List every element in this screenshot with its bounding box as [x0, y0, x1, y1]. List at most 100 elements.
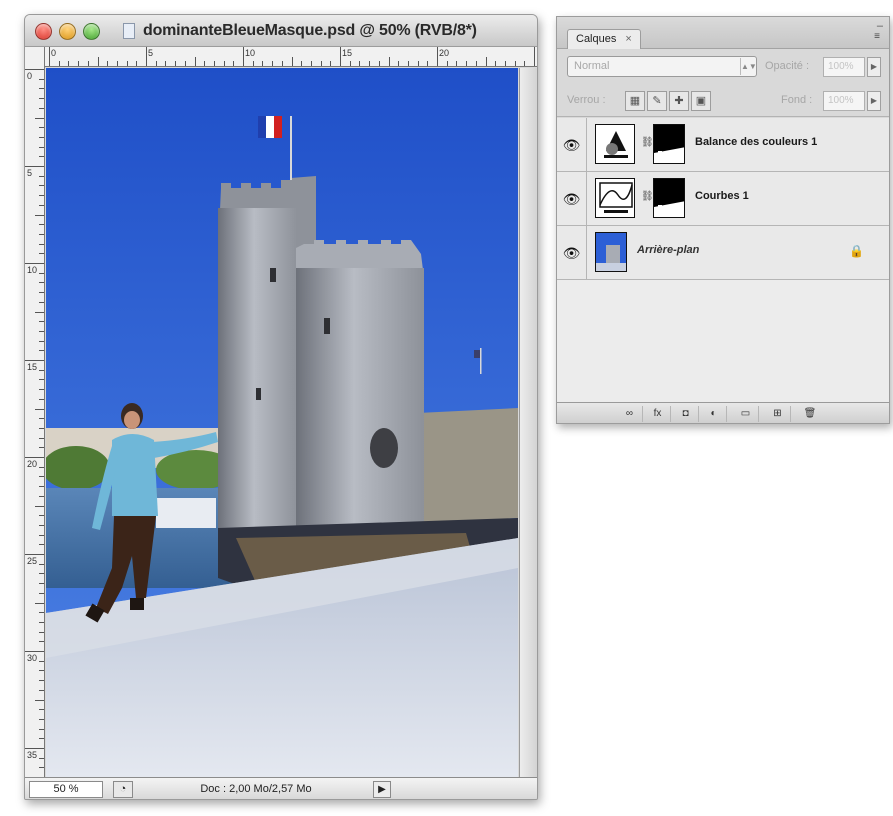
ruler-tick: [213, 61, 215, 66]
new-layer-icon[interactable]: ⊞: [765, 406, 791, 422]
layer-name[interactable]: Balance des couleurs 1: [695, 136, 817, 148]
panel-header[interactable]: Calques × – ≡: [557, 17, 889, 49]
ruler-tick: [495, 61, 497, 66]
ruler-label: 30: [27, 653, 38, 663]
zoom-field[interactable]: 50 %: [29, 781, 103, 798]
ruler-tick: [25, 69, 44, 70]
ruler-tick: [39, 136, 44, 138]
ruler-label: 20: [27, 459, 38, 469]
ruler-tick: [39, 689, 44, 691]
ruler-tick: [262, 61, 264, 66]
panel-menu-icon[interactable]: ≡: [870, 31, 884, 45]
ruler-label: 0: [51, 48, 57, 58]
ruler-tick: [39, 573, 44, 575]
fx-icon[interactable]: fx: [645, 406, 671, 422]
ruler-tick: [35, 214, 44, 216]
ruler-tick: [25, 748, 44, 749]
ruler-tick: [39, 612, 44, 614]
document-window: dominanteBleueMasque.psd @ 50% (RVB/8*) …: [24, 14, 538, 800]
layer-mask-thumbnail[interactable]: [653, 178, 685, 218]
lock-transparency-icon[interactable]: ▦: [625, 91, 645, 111]
image-canvas[interactable]: [46, 68, 518, 777]
color-balance-thumbnail-icon: [595, 124, 635, 164]
tower-right: [296, 268, 424, 528]
layer-name[interactable]: Courbes 1: [695, 190, 749, 202]
title-bar[interactable]: dominanteBleueMasque.psd @ 50% (RVB/8*): [25, 15, 537, 47]
ruler-tick: [25, 457, 44, 458]
layer-row-color-balance[interactable]: 👁 ⛓ Balance des couleurs 1: [557, 118, 889, 172]
status-menu-arrow-icon[interactable]: ▶: [373, 781, 391, 798]
layer-row-curves[interactable]: 👁 ⛓ Courbes 1: [557, 172, 889, 226]
fill-arrow-icon[interactable]: ▶: [867, 91, 881, 111]
ruler-tick: [39, 466, 44, 468]
vertical-scrollbar[interactable]: [519, 68, 537, 777]
add-mask-icon[interactable]: ◘: [673, 406, 699, 422]
ruler-tick: [301, 61, 303, 66]
tab-layers[interactable]: Calques ×: [567, 29, 641, 49]
zoom-button[interactable]: [83, 23, 100, 40]
layer-row-background[interactable]: 👁 Arrière-plan 🔒: [557, 226, 889, 280]
ruler-tick: [25, 166, 44, 167]
ruler-tick: [369, 61, 371, 66]
blend-mode-select[interactable]: Normal ▲▼: [567, 56, 757, 77]
ruler-tick: [39, 369, 44, 371]
ruler-tick: [281, 61, 283, 66]
link-layers-icon[interactable]: ∞: [617, 406, 643, 422]
visibility-eye-icon[interactable]: 👁: [557, 172, 587, 226]
ruler-tick: [39, 253, 44, 255]
ruler-tick: [39, 641, 44, 643]
ruler-tick: [25, 360, 44, 361]
ruler-tick: [349, 61, 351, 66]
ruler-tick: [39, 427, 44, 429]
ruler-tick: [39, 340, 44, 342]
ruler-tick: [39, 389, 44, 391]
lock-all-icon[interactable]: ▣: [691, 91, 711, 111]
new-group-icon[interactable]: ▭: [733, 406, 759, 422]
ruler-tick: [184, 61, 186, 66]
ruler-tick: [378, 61, 380, 66]
ruler-tick: [524, 61, 526, 66]
adjustment-layer-icon[interactable]: ◐: [701, 406, 727, 422]
layer-name[interactable]: Arrière-plan: [637, 244, 699, 256]
flag: [258, 116, 266, 138]
tab-close-icon[interactable]: ×: [625, 33, 631, 45]
panel-footer: ∞ fx ◘ ◐ ▭ ⊞ 🗑: [557, 402, 889, 423]
visibility-eye-icon[interactable]: 👁: [557, 118, 587, 172]
opacity-arrow-icon[interactable]: ▶: [867, 57, 881, 77]
curves-thumbnail-icon: [595, 178, 635, 218]
mask-link-icon[interactable]: ⛓: [641, 137, 654, 151]
ruler-tick: [359, 61, 361, 66]
ruler-tick: [39, 495, 44, 497]
ruler-tick: [39, 709, 44, 711]
ruler-tick: [39, 544, 44, 546]
ruler-tick: [68, 61, 70, 66]
minimize-button[interactable]: [59, 23, 76, 40]
lock-position-icon[interactable]: ✚: [669, 91, 689, 111]
ruler-tick: [243, 47, 244, 66]
ruler-tick: [427, 61, 429, 66]
ruler-tick: [39, 282, 44, 284]
close-button[interactable]: [35, 23, 52, 40]
fill-field[interactable]: 100%: [823, 91, 865, 111]
window-controls: [35, 23, 100, 40]
horizontal-ruler[interactable]: 0 5 10 15 20: [45, 47, 537, 67]
ruler-tick: [97, 57, 99, 66]
visibility-eye-icon[interactable]: 👁: [557, 226, 587, 280]
ruler-tick: [388, 57, 390, 66]
vertical-ruler[interactable]: 0 5 10 15 20 25 30 35: [25, 47, 45, 777]
mask-link-icon[interactable]: ⛓: [641, 191, 654, 205]
ruler-tick: [175, 61, 177, 66]
trash-icon[interactable]: 🗑: [797, 406, 823, 422]
opacity-field[interactable]: 100%: [823, 57, 865, 77]
lock-pixels-icon[interactable]: ✎: [647, 91, 667, 111]
ruler-tick: [39, 631, 44, 633]
document-icon: [123, 23, 135, 39]
layer-mask-thumbnail[interactable]: [653, 124, 685, 164]
ruler-tick: [35, 117, 44, 119]
ruler-tick: [25, 554, 44, 555]
ruler-tick: [39, 292, 44, 294]
ruler-tick: [39, 680, 44, 682]
ruler-tick: [466, 61, 468, 66]
status-icon[interactable]: ◔: [113, 781, 133, 798]
ruler-tick: [35, 408, 44, 410]
